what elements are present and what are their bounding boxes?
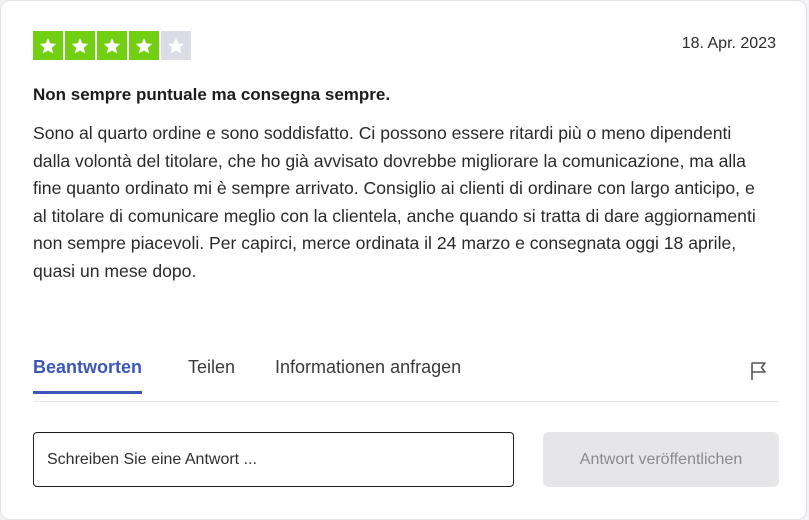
- review-body: Sono al quarto ordine e sono soddisfatto…: [33, 123, 756, 281]
- publish-reply-button[interactable]: Antwort veröffentlichen: [543, 432, 779, 487]
- action-tabs: Beantworten Teilen Informationen anfrage…: [33, 357, 779, 402]
- star-rating: [33, 31, 191, 60]
- star-icon: [97, 31, 127, 60]
- star-icon: [161, 31, 191, 60]
- star-icon: [65, 31, 95, 60]
- review-title: Non sempre puntuale ma consegna sempre.: [33, 85, 391, 104]
- reply-input[interactable]: [33, 432, 514, 487]
- review-card: 18. Apr. 2023 Non sempre puntuale ma con…: [0, 0, 807, 520]
- star-icon: [33, 31, 63, 60]
- tab-share[interactable]: Teilen: [188, 357, 235, 392]
- flag-icon[interactable]: [748, 360, 770, 382]
- tab-request-info[interactable]: Informationen anfragen: [275, 357, 461, 392]
- star-icon: [129, 31, 159, 60]
- review-date: 18. Apr. 2023: [681, 35, 776, 52]
- tab-reply[interactable]: Beantworten: [33, 357, 143, 394]
